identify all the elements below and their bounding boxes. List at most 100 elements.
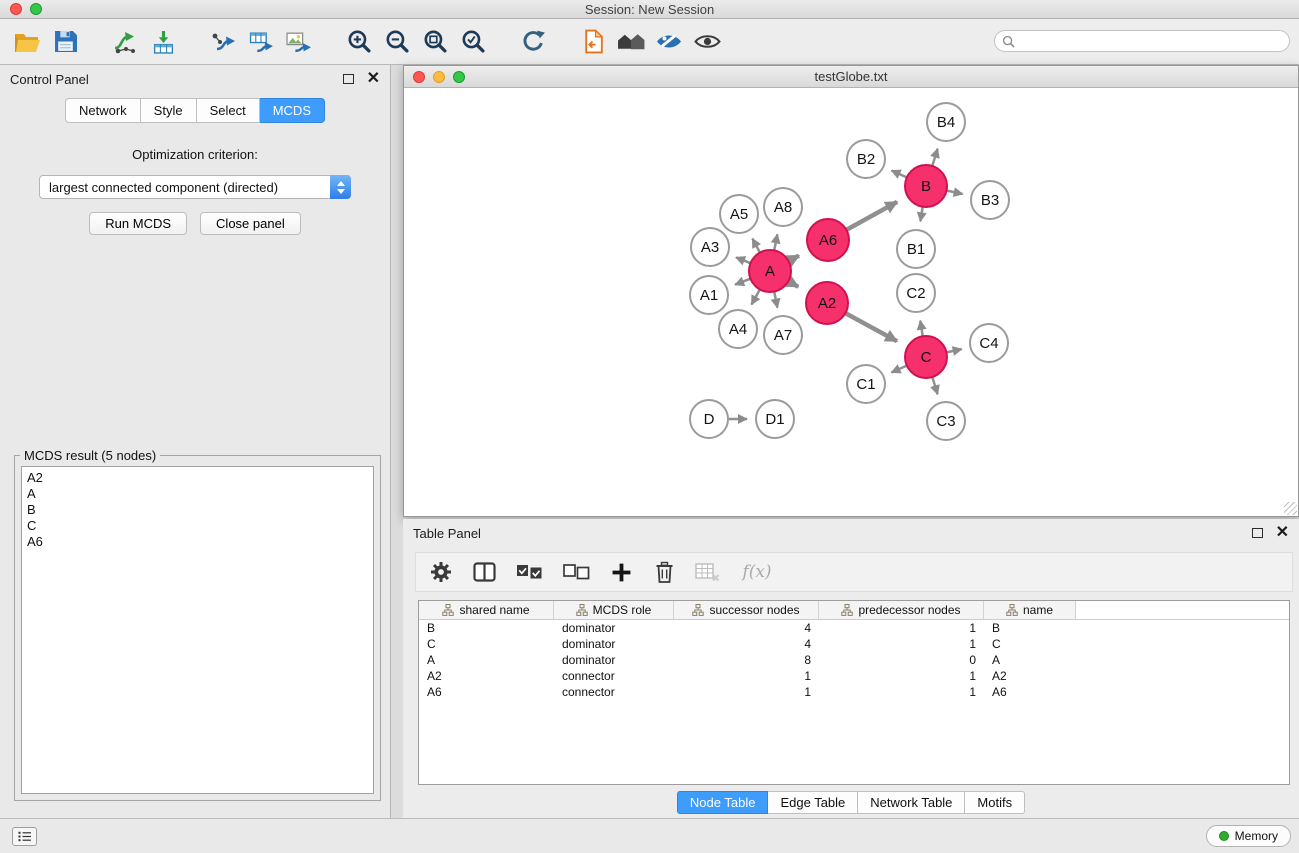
run-mcds-button[interactable]: Run MCDS (89, 212, 187, 235)
table-cell[interactable]: connector (554, 685, 674, 699)
table-cell[interactable]: 0 (819, 653, 984, 667)
home-icon[interactable] (612, 23, 650, 61)
table-cell[interactable]: dominator (554, 653, 674, 667)
close-panel-button[interactable]: Close panel (200, 212, 301, 235)
table-cell[interactable]: A6 (419, 685, 554, 699)
mcds-result-list[interactable]: A2ABCA6 (21, 466, 374, 794)
table-cell[interactable]: 8 (674, 653, 819, 667)
zoom-out-icon[interactable] (378, 23, 416, 61)
graph-edge-C-C1[interactable] (892, 366, 907, 373)
network-canvas[interactable]: B4B2BB3A5A8A6B1A3AC2A1A2A4A7C4CC1C3DD1 (404, 88, 1298, 516)
column-header-successor-nodes[interactable]: successor nodes (674, 601, 819, 619)
graph-edge-A-A5[interactable] (752, 239, 760, 253)
table-row[interactable]: Cdominator41C (419, 636, 1289, 652)
network-window-controls[interactable] (413, 71, 465, 83)
zoom-in-icon[interactable] (340, 23, 378, 61)
add-row-icon[interactable] (608, 559, 634, 585)
network-close-button[interactable] (413, 71, 425, 83)
save-session-icon[interactable] (46, 23, 84, 61)
tab-select[interactable]: Select (197, 98, 260, 123)
open-session-icon[interactable] (8, 23, 46, 61)
select-all-icon[interactable] (514, 559, 544, 585)
table-settings-icon[interactable] (428, 559, 454, 585)
tab-mcds[interactable]: MCDS (260, 98, 325, 123)
graph-edge-A-A7[interactable] (774, 292, 777, 308)
network-snapshot-icon[interactable] (574, 23, 612, 61)
table-row[interactable]: A6connector11A6 (419, 684, 1289, 700)
task-history-icon[interactable] (12, 827, 37, 846)
float-panel-icon[interactable] (343, 74, 354, 84)
tab-motifs[interactable]: Motifs (965, 791, 1025, 814)
column-header-name[interactable]: name (984, 601, 1076, 619)
table-cell[interactable]: B (419, 621, 554, 635)
graph-edge-A-A3[interactable] (736, 257, 751, 263)
table-cell[interactable]: A2 (419, 669, 554, 683)
tab-edge-table[interactable]: Edge Table (768, 791, 858, 814)
table-cell[interactable]: A (984, 653, 1076, 667)
table-cell[interactable]: 4 (674, 637, 819, 651)
graph-edge-A-A8[interactable] (774, 234, 777, 250)
column-header-MCDS-role[interactable]: MCDS role (554, 601, 674, 619)
column-header-predecessor-nodes[interactable]: predecessor nodes (819, 601, 984, 619)
float-table-panel-icon[interactable] (1252, 528, 1263, 538)
table-cell[interactable]: 1 (819, 637, 984, 651)
tab-node-table[interactable]: Node Table (677, 791, 769, 814)
graph-edge-A-A6[interactable] (789, 256, 799, 262)
table-cell[interactable]: A2 (984, 669, 1076, 683)
table-cell[interactable]: A6 (984, 685, 1076, 699)
close-table-panel-icon[interactable]: ✕ (1276, 528, 1289, 538)
show-columns-icon[interactable] (471, 559, 497, 585)
network-zoom-button[interactable] (453, 71, 465, 83)
graph-edge-C-C4[interactable] (947, 349, 962, 352)
import-table-icon[interactable] (144, 23, 182, 61)
table-cell[interactable]: A (419, 653, 554, 667)
zoom-window-button[interactable] (30, 3, 42, 15)
network-minimize-button[interactable] (433, 71, 445, 83)
graph-edge-B-B1[interactable] (920, 207, 922, 222)
graph-edge-B-B2[interactable] (892, 171, 907, 178)
style-icon[interactable] (650, 23, 688, 61)
graph-edge-B-B4[interactable] (932, 149, 937, 166)
zoom-fit-icon[interactable] (416, 23, 454, 61)
close-panel-icon[interactable]: ✕ (367, 74, 380, 84)
refresh-icon[interactable] (514, 23, 552, 61)
table-cell[interactable]: 1 (819, 669, 984, 683)
graph-edge-A-A1[interactable] (735, 279, 750, 285)
deselect-all-icon[interactable] (561, 559, 591, 585)
graph-edge-A-A4[interactable] (752, 289, 760, 304)
network-graph[interactable]: B4B2BB3A5A8A6B1A3AC2A1A2A4A7C4CC1C3DD1 (404, 88, 1298, 516)
table-cell[interactable]: 1 (674, 685, 819, 699)
table-cell[interactable]: C (984, 637, 1076, 651)
close-window-button[interactable] (10, 3, 22, 15)
show-hide-icon[interactable] (688, 23, 726, 61)
export-image-icon[interactable] (280, 23, 318, 61)
table-cell[interactable]: 1 (819, 621, 984, 635)
delete-row-icon[interactable] (651, 559, 677, 585)
table-cell[interactable]: dominator (554, 637, 674, 651)
window-controls[interactable] (10, 3, 42, 15)
node-table[interactable]: shared nameMCDS rolesuccessor nodesprede… (418, 600, 1290, 785)
window-resize-grip[interactable] (1284, 502, 1297, 515)
graph-edge-A2-C[interactable] (845, 313, 897, 341)
column-header-shared-name[interactable]: shared name (419, 601, 554, 619)
tab-network-table[interactable]: Network Table (858, 791, 965, 814)
table-cell[interactable]: connector (554, 669, 674, 683)
table-cell[interactable]: 4 (674, 621, 819, 635)
tab-style[interactable]: Style (141, 98, 197, 123)
export-network-icon[interactable] (204, 23, 242, 61)
table-cell[interactable]: dominator (554, 621, 674, 635)
table-cell[interactable]: C (419, 637, 554, 651)
search-box[interactable] (994, 30, 1290, 52)
table-row[interactable]: A2connector11A2 (419, 668, 1289, 684)
graph-edge-A6-B[interactable] (846, 202, 897, 230)
export-table-icon[interactable] (242, 23, 280, 61)
table-cell[interactable]: 1 (819, 685, 984, 699)
graph-edge-C-C3[interactable] (932, 377, 937, 394)
table-row[interactable]: Adominator80A (419, 652, 1289, 668)
import-network-icon[interactable] (106, 23, 144, 61)
tab-network[interactable]: Network (65, 98, 141, 123)
table-row[interactable]: Bdominator41B (419, 620, 1289, 636)
zoom-selected-icon[interactable] (454, 23, 492, 61)
graph-edge-C-C2[interactable] (920, 321, 923, 337)
memory-button[interactable]: Memory (1206, 825, 1291, 847)
